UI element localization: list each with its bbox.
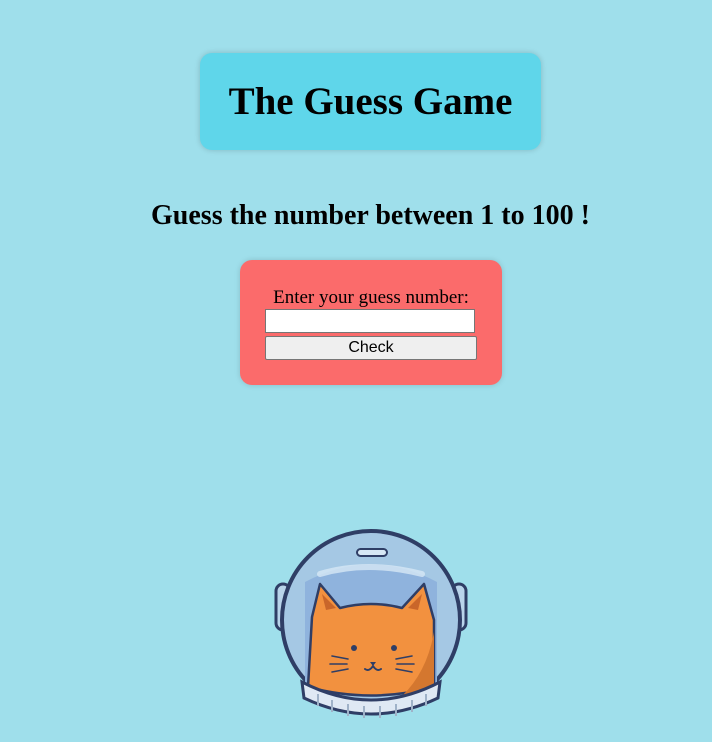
title-banner: The Guess Game: [200, 53, 541, 150]
astronaut-cat-icon: [274, 529, 468, 718]
guess-input-label: Enter your guess number:: [273, 287, 469, 308]
guess-number-input[interactable]: [265, 309, 475, 333]
guess-form-card: Enter your guess number: Check: [240, 260, 502, 385]
game-instructions: Guess the number between 1 to 100 !: [151, 200, 590, 231]
page-title: The Guess Game: [228, 80, 513, 123]
check-button[interactable]: Check: [265, 336, 477, 360]
